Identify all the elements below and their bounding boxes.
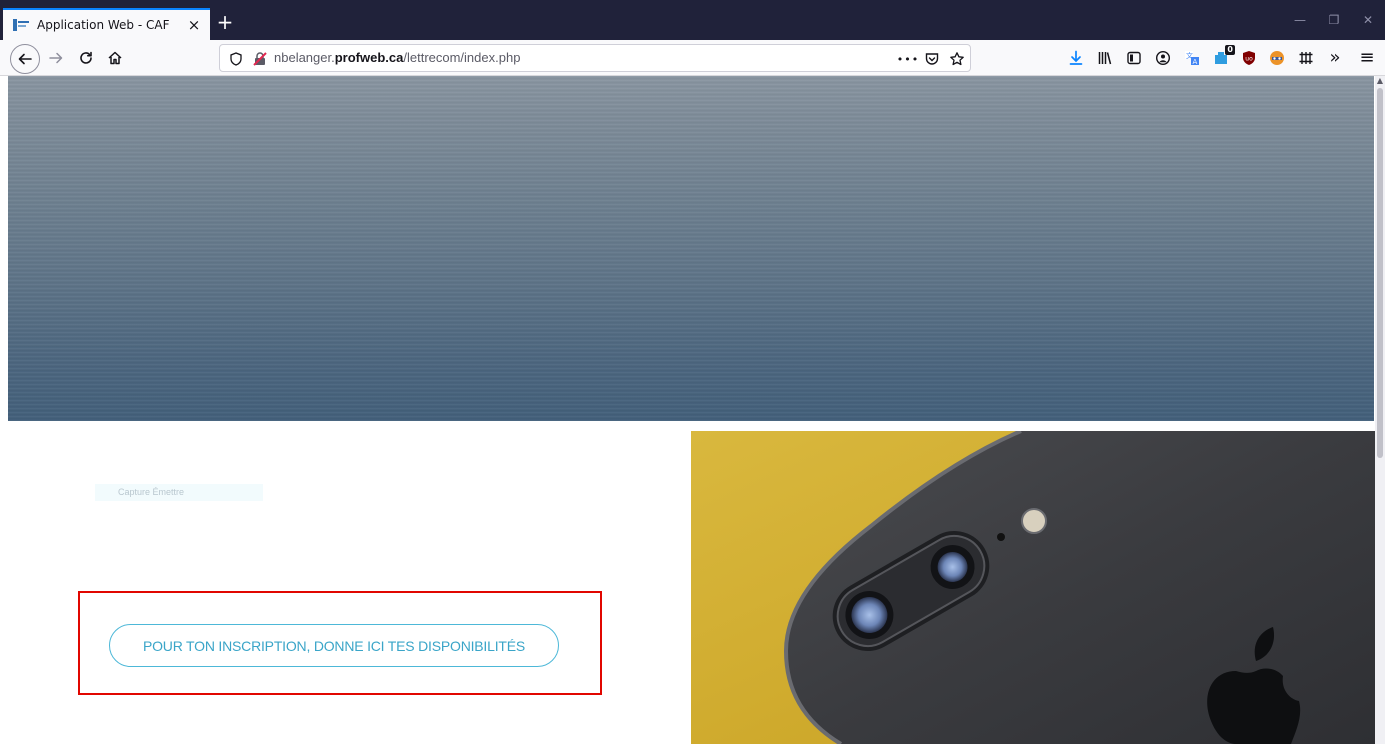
- arrow-left-icon: [18, 53, 32, 65]
- pocket-icon[interactable]: [922, 49, 942, 69]
- availability-signup-button[interactable]: POUR TON INSCRIPTION, DONNE ICI TES DISP…: [109, 624, 559, 667]
- grid-extension-icon[interactable]: [1297, 49, 1315, 67]
- url-text[interactable]: nbelanger.profweb.ca/lettrecom/index.php: [274, 50, 520, 65]
- caption-label: Capture Émettre: [95, 484, 263, 501]
- navigation-toolbar: nbelanger.profweb.ca/lettrecom/index.php…: [0, 40, 1385, 76]
- scroll-up-arrow-icon[interactable]: ▲: [1375, 76, 1385, 86]
- home-icon: [108, 51, 122, 65]
- scroll-thumb[interactable]: [1377, 88, 1383, 458]
- privacy-badger-icon[interactable]: [1268, 49, 1286, 67]
- hamburger-menu-icon[interactable]: ≡: [1358, 49, 1376, 67]
- minimize-button[interactable]: —: [1283, 0, 1317, 40]
- svg-text:A: A: [1193, 58, 1198, 66]
- tab-close-icon[interactable]: ×: [186, 17, 202, 33]
- svg-text:uo: uo: [1245, 56, 1253, 63]
- extension-badge-count: 0: [1225, 45, 1235, 55]
- sidebar-icon[interactable]: [1125, 49, 1143, 67]
- page-scrollbar[interactable]: ▲: [1375, 76, 1385, 744]
- hero-ocean-image: [8, 76, 1374, 421]
- home-button[interactable]: [101, 44, 129, 72]
- extension-badge-icon[interactable]: 0: [1212, 45, 1235, 67]
- reload-icon: [80, 51, 92, 64]
- site-favicon-icon: [13, 19, 29, 31]
- insecure-lock-icon[interactable]: [250, 49, 270, 69]
- url-host: profweb.ca: [334, 50, 404, 65]
- url-subdomain: nbelanger.: [274, 50, 335, 65]
- close-window-button[interactable]: ✕: [1351, 0, 1385, 40]
- ublock-shield-icon[interactable]: uo: [1240, 49, 1258, 67]
- window-controls: — ❐ ✕: [1283, 0, 1385, 40]
- reload-button[interactable]: [72, 44, 100, 72]
- tab-strip: Application Web - CAF × + — ❐ ✕: [0, 0, 1385, 40]
- tracking-shield-icon[interactable]: [226, 49, 246, 69]
- tab-title: Application Web - CAF: [37, 18, 170, 32]
- iphone-camera-photo: [691, 431, 1375, 744]
- restore-button[interactable]: ❐: [1317, 0, 1351, 40]
- new-tab-button[interactable]: +: [214, 12, 236, 34]
- url-path: /lettrecom/index.php: [403, 50, 521, 65]
- back-button[interactable]: [10, 44, 40, 74]
- account-icon[interactable]: [1154, 49, 1172, 67]
- library-icon[interactable]: [1096, 49, 1114, 67]
- address-bar[interactable]: nbelanger.profweb.ca/lettrecom/index.php…: [219, 44, 971, 72]
- arrow-right-icon: [49, 52, 63, 64]
- tab-application-web-caf[interactable]: Application Web - CAF ×: [3, 8, 210, 40]
- downloads-icon[interactable]: [1067, 49, 1085, 67]
- forward-button[interactable]: [42, 44, 70, 72]
- translate-icon[interactable]: 文A: [1183, 49, 1201, 67]
- bookmark-star-icon[interactable]: [947, 49, 967, 69]
- page-actions-button[interactable]: •••: [897, 49, 918, 69]
- iphone-illustration: [691, 431, 1375, 744]
- overflow-menu-icon[interactable]: »: [1326, 49, 1344, 67]
- web-page: Capture Émettre POUR TON INSCRIPTION, DO…: [0, 76, 1385, 744]
